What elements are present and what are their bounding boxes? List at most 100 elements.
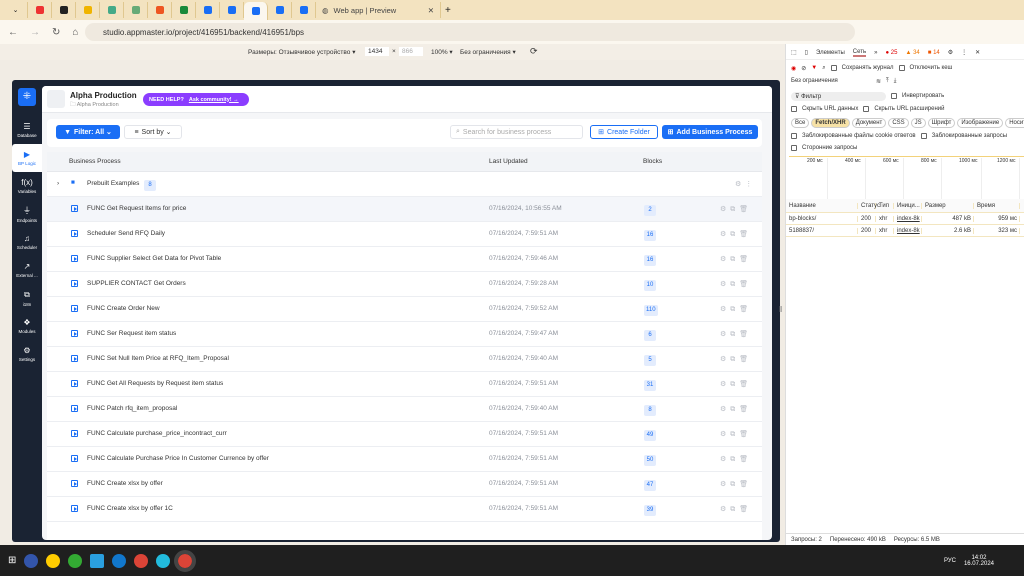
error-count[interactable]: ● 25 <box>885 50 897 56</box>
process-name[interactable]: FUNC Create xlsx by offer 1C <box>87 505 173 512</box>
browser-tab[interactable] <box>52 2 76 18</box>
column-header[interactable]: Тип <box>876 202 894 209</box>
dimensions-select[interactable]: Размеры: Отзывчивое устройство ▾ <box>248 48 355 56</box>
sidebar-item-scheduler[interactable]: ♫ Scheduler <box>12 228 42 256</box>
process-name[interactable]: FUNC Patch rfq_item_proposal <box>87 405 177 412</box>
row-actions-settings-copy-delete-icons[interactable]: ⚙⧉🗑 <box>720 430 752 439</box>
search-input[interactable]: ⌕ Search for business process <box>450 125 583 139</box>
clear-icon[interactable]: ⊘ <box>801 65 806 72</box>
browser-tab[interactable] <box>124 2 148 18</box>
type-filter-chip[interactable]: Носитель <box>1005 117 1024 128</box>
wifi-icon[interactable]: ≋ <box>876 78 881 85</box>
forward-icon[interactable]: → <box>30 27 40 38</box>
start-icon[interactable]: ⊞ <box>8 555 16 566</box>
row-actions-settings-copy-delete-icons[interactable]: ⚙⧉🗑 <box>720 305 752 314</box>
row-actions-settings-copy-delete-icons[interactable]: ⚙⧉🗑 <box>720 405 752 414</box>
type-filter-chip[interactable]: Все <box>791 117 810 128</box>
process-name[interactable]: FUNC Create Order New <box>87 305 160 312</box>
filter-button[interactable]: ▼ Filter: All ⌄ <box>56 125 120 139</box>
request-row[interactable]: 5188837/200 xhr index-8k 2.6 kB 323 мс <box>786 225 1024 237</box>
table-row[interactable]: FUNC Set Null Item Price at RFQ_Item_Pro… <box>47 347 762 372</box>
more-icon[interactable]: ⋮ <box>961 49 967 56</box>
new-tab-button[interactable]: + <box>445 5 451 16</box>
filter-input[interactable]: ⊽ Фильтр <box>791 91 886 101</box>
chrome-active-icon[interactable] <box>174 549 197 572</box>
search-icon[interactable]: ⌕ <box>822 65 825 72</box>
back-icon[interactable]: ← <box>8 27 18 38</box>
column-header[interactable]: Статус <box>858 202 880 209</box>
type-filter-chip[interactable]: CSS <box>888 117 909 128</box>
browser-tab[interactable] <box>292 2 316 18</box>
height-input[interactable]: 866 <box>399 47 423 56</box>
table-row[interactable]: FUNC Get All Requests by Request item st… <box>47 372 762 397</box>
zoom-select[interactable]: 100% ▾ <box>431 48 453 56</box>
process-name[interactable]: FUNC Ser Request item status <box>87 330 176 337</box>
sidebar-item-settings[interactable]: ⚙ Settings <box>12 340 42 368</box>
sidebar-item-database[interactable]: ☰ Database <box>12 116 42 144</box>
browser-tab[interactable] <box>268 2 292 18</box>
chrome-icon[interactable] <box>134 553 149 568</box>
type-filter-chip[interactable]: Fetch/XHR <box>811 117 850 128</box>
row-actions-settings-copy-delete-icons[interactable]: ⚙⧉🗑 <box>720 255 752 264</box>
browser-tab[interactable] <box>76 2 100 18</box>
sidebar-item-endpoints[interactable]: ⏚ Endpoints <box>12 200 42 228</box>
table-row[interactable]: FUNC Patch rfq_item_proposal 07/16/2024, … <box>47 397 762 422</box>
table-row[interactable]: FUNC Ser Request item status 07/16/2024, … <box>47 322 762 347</box>
row-actions-settings-copy-delete-icons[interactable]: ⚙⧉🗑 <box>720 280 752 289</box>
column-business-process[interactable]: Business Process <box>69 158 121 165</box>
throttle-select[interactable]: Без ограничения ▾ <box>460 48 516 56</box>
process-name[interactable]: FUNC Get All Requests by Request item st… <box>87 380 223 387</box>
chevron-right-icon[interactable]: › <box>57 180 59 187</box>
panel-resize-handle[interactable]: ‖ <box>779 305 782 314</box>
browser-tab[interactable] <box>148 2 172 18</box>
row-actions-settings-copy-delete-icons[interactable]: ⚙⧉🗑 <box>720 380 752 389</box>
third-party-checkbox[interactable] <box>791 145 797 151</box>
row-actions-settings-copy-delete-icons[interactable]: ⚙⧉🗑 <box>720 505 752 514</box>
browser-tab-preview[interactable]: ◍ Web app | Preview ✕ <box>316 2 441 18</box>
table-row[interactable]: FUNC Supplier Select Get Data for Pivot … <box>47 247 762 272</box>
edge-icon[interactable] <box>112 553 127 568</box>
breadcrumb[interactable]: 🗀 Alpha Production <box>70 101 119 110</box>
process-name[interactable]: FUNC Calculate Purchase Price In Custome… <box>87 455 269 462</box>
row-actions-settings-copy-delete-icons[interactable]: ⚙⧉🗑 <box>720 480 752 489</box>
throttle-select[interactable]: Без ограничения <box>791 78 871 84</box>
row-actions-settings-copy-delete-icons[interactable]: ⚙⧉🗑 <box>720 330 752 339</box>
process-name[interactable]: SUPPLIER CONTACT Get Orders <box>87 280 186 287</box>
ask-community-link[interactable]: Ask community! → <box>189 97 239 103</box>
record-icon[interactable]: ◉ <box>791 65 796 72</box>
tab-elements[interactable]: Элементы <box>816 50 845 56</box>
sidebar-item-bp-logic[interactable]: ▶ BP Logic <box>12 144 42 172</box>
invert-checkbox[interactable] <box>891 93 897 99</box>
table-row[interactable]: FUNC Calculate purchase_price_incontract… <box>47 422 762 447</box>
upload-icon[interactable]: ⤒ <box>886 78 889 85</box>
inspect-icon[interactable]: ⬚ <box>791 49 797 56</box>
browser-tab[interactable] <box>100 2 124 18</box>
column-last-updated[interactable]: Last Updated <box>489 158 528 165</box>
type-filter-chip[interactable]: Шрифт <box>927 117 956 128</box>
download-icon[interactable]: ⤓ <box>894 78 897 85</box>
utorrent-icon[interactable] <box>68 553 83 568</box>
row-actions-settings-copy-delete-icons[interactable]: ⚙⧉🗑 <box>720 230 752 239</box>
clock[interactable]: 14:02 16.07.2024 <box>964 555 994 567</box>
app-logo-icon[interactable]: ⁜ <box>18 88 36 106</box>
warning-count[interactable]: ▲ 34 <box>905 50 919 56</box>
type-filter-chip[interactable]: Изображение <box>957 117 1004 128</box>
row-actions-settings-copy-delete-icons[interactable]: ⚙⧉🗑 <box>720 205 752 214</box>
rotate-icon[interactable]: ⟳ <box>530 46 538 57</box>
width-input[interactable]: 1434 <box>365 47 389 56</box>
filter-icon[interactable]: ▼ <box>811 65 817 71</box>
sidebar-item-modules[interactable]: ❖ Modules <box>12 312 42 340</box>
table-row[interactable]: FUNC Get Request Items for price 07/16/20… <box>47 197 762 222</box>
process-name[interactable]: FUNC Set Null Item Price at RFQ_Item_Pro… <box>87 355 229 362</box>
browser-tab[interactable] <box>220 2 244 18</box>
url-input[interactable]: studio.appmaster.io/project/416951/backe… <box>85 23 855 41</box>
create-folder-button[interactable]: ⊞ Create Folder <box>590 125 658 139</box>
row-actions-settings-copy-delete-icons[interactable]: ⚙⧉🗑 <box>720 355 752 364</box>
device-icon[interactable]: ▯ <box>805 49 808 56</box>
process-name[interactable]: FUNC Calculate purchase_price_incontract… <box>87 430 227 437</box>
save-app-icon[interactable] <box>24 553 39 568</box>
process-name[interactable]: Scheduler Send RFQ Daily <box>87 230 165 237</box>
column-header[interactable]: Иници... <box>894 202 922 209</box>
table-row[interactable]: SUPPLIER CONTACT Get Orders 07/16/2024, 7… <box>47 272 762 297</box>
folder-row[interactable]: › ■ Prebuilt Examples 8 ⚙⋮ <box>47 172 762 197</box>
